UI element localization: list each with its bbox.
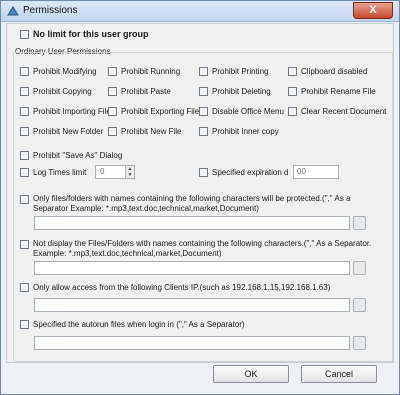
checkbox-label: Prohibit Copying bbox=[33, 87, 92, 96]
ok-button[interactable]: OK bbox=[213, 365, 289, 383]
checkbox-label: Prohibit Paste bbox=[121, 87, 171, 96]
checkbox-label: Prohibit Deleting bbox=[212, 87, 271, 96]
checkbox-box[interactable] bbox=[20, 320, 29, 329]
autorun-files-checkbox[interactable]: Specified the autorun files when login i… bbox=[20, 320, 245, 329]
prohibit-copying-checkbox[interactable]: Prohibit Copying bbox=[20, 87, 92, 96]
checkbox-label: Clear Recent Document bbox=[301, 107, 387, 116]
checkbox-box[interactable] bbox=[20, 240, 29, 249]
checkbox-label: Prohibit Inner copy bbox=[212, 127, 279, 136]
checkbox-box[interactable] bbox=[20, 168, 29, 177]
checkbox-box[interactable] bbox=[20, 127, 29, 136]
checkbox-box[interactable] bbox=[108, 87, 117, 96]
no-limit-checkbox[interactable]: No limit for this user group bbox=[20, 29, 149, 39]
log-times-limit-checkbox[interactable]: Log Times limit bbox=[20, 168, 86, 177]
checkbox-label: Prohibit Printing bbox=[212, 67, 269, 76]
checkbox-box[interactable] bbox=[199, 107, 208, 116]
hide-names-input[interactable] bbox=[34, 261, 350, 275]
expiration-date-input[interactable]: 00 bbox=[293, 165, 339, 179]
prohibit-save-as-checkbox[interactable]: Prohibit "Save As" Dialog bbox=[20, 151, 122, 160]
window-title: Permissions bbox=[23, 5, 78, 16]
title-bar[interactable]: Permissions X bbox=[1, 1, 399, 22]
log-times-spinner[interactable]: 0 ▲ ▼ bbox=[95, 165, 135, 179]
protected-names-input[interactable] bbox=[34, 216, 350, 230]
checkbox-label: Only allow access from the following Cli… bbox=[33, 283, 331, 292]
checkbox-box[interactable] bbox=[199, 168, 208, 177]
checkbox-label: Specified the autorun files when login i… bbox=[33, 320, 245, 329]
cancel-button[interactable]: Cancel bbox=[301, 365, 377, 383]
checkbox-box[interactable] bbox=[108, 107, 117, 116]
checkbox-label: Only files/folders with names containing… bbox=[33, 194, 351, 213]
checkbox-box[interactable] bbox=[288, 107, 297, 116]
client-ip-browse-button[interactable] bbox=[353, 298, 366, 312]
checkbox-label: Not display the Files/Folders with names… bbox=[33, 239, 372, 258]
no-limit-label: No limit for this user group bbox=[33, 29, 149, 39]
checkbox-box[interactable] bbox=[20, 107, 29, 116]
checkbox-box[interactable] bbox=[108, 67, 117, 76]
checkbox-label: Prohibit New File bbox=[121, 127, 182, 136]
expiration-date-checkbox[interactable]: Specified expiration d bbox=[199, 168, 289, 177]
checkbox-label: Log Times limit bbox=[33, 168, 87, 177]
spin-down-icon[interactable]: ▼ bbox=[126, 172, 134, 178]
prohibit-printing-checkbox[interactable]: Prohibit Printing bbox=[199, 67, 268, 76]
checkbox-box[interactable] bbox=[199, 87, 208, 96]
autorun-files-input[interactable] bbox=[34, 336, 350, 350]
checkbox-label: Prohibit New Folder bbox=[33, 127, 104, 136]
checkbox-label: Prohibit "Save As" Dialog bbox=[33, 151, 123, 160]
client-ip-input[interactable] bbox=[34, 298, 350, 312]
checkbox-box[interactable] bbox=[20, 67, 29, 76]
checkbox-label: Clipboard disabled bbox=[301, 67, 368, 76]
clipboard-disabled-checkbox[interactable]: Clipboard disabled bbox=[288, 67, 367, 76]
checkbox-box[interactable] bbox=[20, 195, 29, 204]
close-icon: X bbox=[369, 4, 377, 16]
checkbox-box[interactable] bbox=[20, 87, 29, 96]
checkbox-label: Prohibit Exporting Files bbox=[121, 107, 204, 116]
prohibit-new-folder-checkbox[interactable]: Prohibit New Folder bbox=[20, 127, 103, 136]
checkbox-box[interactable] bbox=[199, 67, 208, 76]
prohibit-paste-checkbox[interactable]: Prohibit Paste bbox=[108, 87, 171, 96]
checkbox-label: Specified expiration d bbox=[212, 168, 289, 177]
prohibit-exporting-files-checkbox[interactable]: Prohibit Exporting Files bbox=[108, 107, 203, 116]
protected-names-checkbox[interactable]: Only files/folders with names containing… bbox=[20, 194, 378, 214]
protected-names-browse-button[interactable] bbox=[353, 216, 366, 230]
prohibit-deleting-checkbox[interactable]: Prohibit Deleting bbox=[199, 87, 271, 96]
permissions-window: Permissions X No limit for this user gro… bbox=[0, 0, 400, 395]
checkbox-box[interactable] bbox=[199, 127, 208, 136]
checkbox-box[interactable] bbox=[20, 29, 29, 39]
checkbox-label: Prohibit Modifying bbox=[33, 67, 97, 76]
autorun-files-browse-button[interactable] bbox=[353, 336, 366, 350]
disable-office-menu-checkbox[interactable]: Disable Office Menu bbox=[199, 107, 284, 116]
checkbox-box[interactable] bbox=[20, 151, 29, 160]
client-ip-checkbox[interactable]: Only allow access from the following Cli… bbox=[20, 283, 330, 292]
hide-names-browse-button[interactable] bbox=[353, 261, 366, 275]
dialog-body: No limit for this user group Ordinary Us… bbox=[6, 23, 394, 363]
checkbox-label: Prohibit Rename File bbox=[301, 87, 376, 96]
checkbox-box[interactable] bbox=[288, 67, 297, 76]
expiration-date-value: 00 bbox=[297, 167, 306, 176]
prohibit-modifying-checkbox[interactable]: Prohibit Modifying bbox=[20, 67, 97, 76]
checkbox-label: Prohibit Importing File bbox=[33, 107, 111, 116]
prohibit-new-file-checkbox[interactable]: Prohibit New File bbox=[108, 127, 181, 136]
clear-recent-document-checkbox[interactable]: Clear Recent Document bbox=[288, 107, 386, 116]
hide-names-checkbox[interactable]: Not display the Files/Folders with names… bbox=[20, 239, 378, 259]
close-button[interactable]: X bbox=[353, 2, 393, 19]
log-times-value: 0 bbox=[100, 167, 105, 176]
checkbox-box[interactable] bbox=[108, 127, 117, 136]
prohibit-rename-file-checkbox[interactable]: Prohibit Rename File bbox=[288, 87, 376, 96]
checkbox-box[interactable] bbox=[288, 87, 297, 96]
prohibit-running-checkbox[interactable]: Prohibit Running bbox=[108, 67, 180, 76]
app-icon bbox=[7, 6, 19, 16]
checkbox-label: Disable Office Menu bbox=[212, 107, 284, 116]
spinner-arrows[interactable]: ▲ ▼ bbox=[125, 166, 134, 178]
checkbox-box[interactable] bbox=[20, 283, 29, 292]
prohibit-inner-copy-checkbox[interactable]: Prohibit Inner copy bbox=[199, 127, 279, 136]
checkbox-label: Prohibit Running bbox=[121, 67, 181, 76]
prohibit-importing-file-checkbox[interactable]: Prohibit Importing File bbox=[20, 107, 111, 116]
